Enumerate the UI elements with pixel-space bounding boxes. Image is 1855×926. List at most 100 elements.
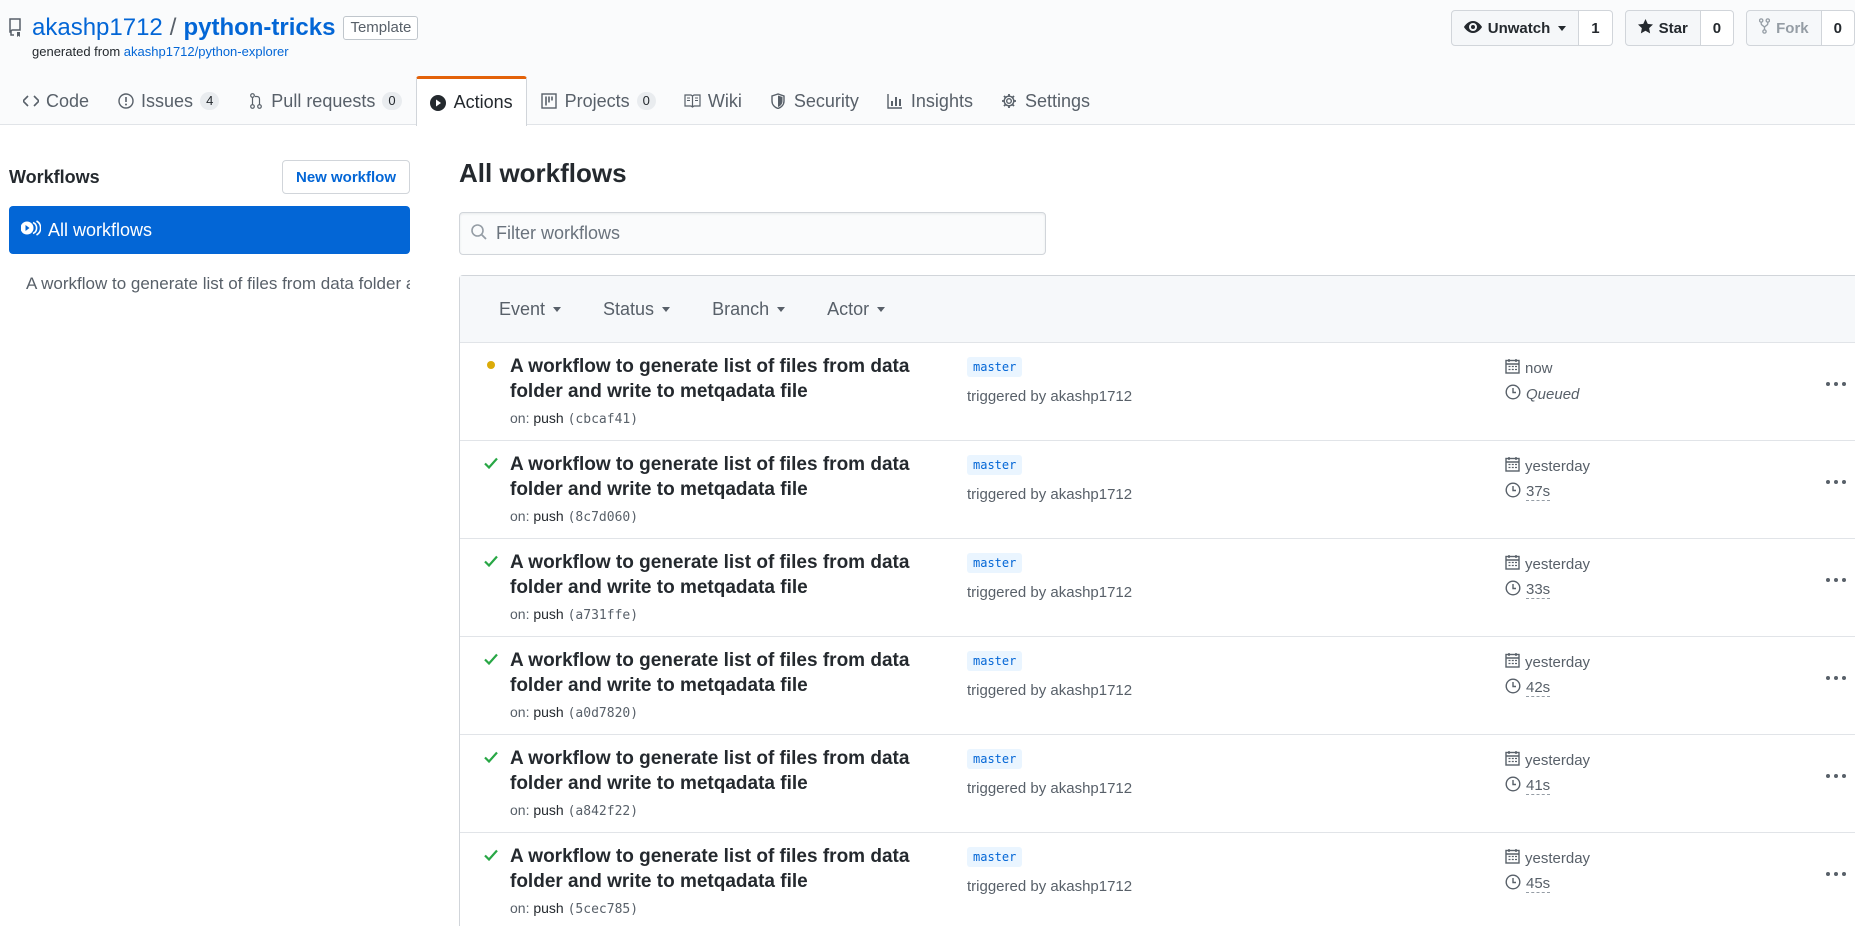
branch-filter-label: Branch [712, 298, 770, 319]
run-on-label: on: [510, 410, 530, 426]
unwatch-label: Unwatch [1487, 19, 1551, 37]
tab-security[interactable]: Security [756, 76, 873, 125]
watch-count[interactable]: 1 [1579, 10, 1613, 46]
run-title-link[interactable]: A workflow to generate list of files fro… [510, 452, 940, 502]
workflow-run-row[interactable]: A workflow to generate list of files fro… [460, 343, 1855, 441]
filter-workflows-input[interactable]: Filter workflows [459, 212, 1046, 255]
star-button[interactable]: Star [1624, 10, 1701, 46]
kebab-horizontal-icon[interactable] [1826, 575, 1846, 585]
kebab-horizontal-icon[interactable] [1826, 379, 1846, 389]
tab-issues[interactable]: Issues 4 [103, 76, 233, 125]
clock-icon [1505, 482, 1521, 502]
generated-from-link[interactable]: akashp1712/python-explorer [124, 44, 289, 59]
branch-label[interactable]: master [967, 651, 1023, 671]
actor-filter[interactable]: Actor [827, 298, 886, 320]
run-commit-sha[interactable]: (a731ffe) [568, 608, 638, 623]
run-duration: 37s [1505, 482, 1551, 502]
play-icon [430, 94, 447, 111]
kebab-horizontal-icon[interactable] [1826, 477, 1846, 487]
actor-filter-label: Actor [827, 298, 870, 319]
unwatch-button[interactable]: Unwatch [1450, 10, 1580, 46]
workflow-run-row[interactable]: A workflow to generate list of files fro… [460, 539, 1855, 637]
chevron-down-icon [553, 306, 562, 312]
calendar-icon [1505, 750, 1520, 770]
kebab-horizontal-icon[interactable] [1826, 771, 1846, 781]
tab-projects-label: Projects [564, 90, 630, 111]
branch-label[interactable]: master [967, 749, 1023, 769]
tab-actions[interactable]: Actions [415, 76, 527, 126]
star-count[interactable]: 0 [1700, 10, 1735, 46]
run-commit-sha[interactable]: (8c7d060) [568, 510, 638, 525]
run-event: push [533, 900, 564, 916]
repo-owner-link[interactable]: akashp1712 [32, 12, 163, 44]
run-on-label: on: [510, 508, 530, 524]
filter-placeholder: Filter workflows [496, 223, 621, 243]
branch-label[interactable]: master [967, 847, 1023, 867]
pulls-counter: 0 [382, 92, 402, 110]
branch-label[interactable]: master [967, 357, 1023, 377]
sidebar-item-workflow[interactable]: A workflow to generate list of files fro… [9, 274, 410, 294]
event-filter[interactable]: Event [499, 298, 562, 320]
status-filter[interactable]: Status [603, 298, 671, 320]
branch-label[interactable]: master [967, 553, 1023, 573]
repo-name-link[interactable]: python-tricks [183, 12, 335, 44]
workflow-run-row[interactable]: A workflow to generate list of files fro… [460, 441, 1855, 539]
event-filter-label: Event [499, 298, 546, 319]
tab-insights-label: Insights [910, 90, 973, 111]
run-on-label: on: [510, 704, 530, 720]
run-on-label: on: [510, 606, 530, 622]
tab-pull-requests-label: Pull requests [271, 90, 376, 111]
run-title-link[interactable]: A workflow to generate list of files fro… [510, 844, 940, 894]
fork-count[interactable]: 0 [1821, 10, 1855, 46]
tab-settings-label: Settings [1024, 90, 1091, 111]
calendar-icon [1505, 848, 1520, 868]
workflow-run-row[interactable]: A workflow to generate list of files fro… [460, 833, 1855, 926]
status-filter-label: Status [603, 298, 655, 319]
all-workflows-label: All workflows [48, 219, 153, 240]
branch-label[interactable]: master [967, 455, 1023, 475]
tab-settings[interactable]: Settings [987, 76, 1104, 125]
chevron-down-icon [662, 306, 671, 312]
run-commit-sha[interactable]: (a842f22) [568, 804, 638, 819]
run-event: push [533, 410, 564, 426]
run-title-link[interactable]: A workflow to generate list of files fro… [510, 746, 940, 796]
fork-button[interactable]: Fork [1746, 10, 1822, 46]
search-icon [470, 223, 488, 244]
tab-insights[interactable]: Insights [873, 76, 987, 125]
branch-filter[interactable]: Branch [712, 298, 786, 320]
run-event: push [533, 606, 564, 622]
workflow-run-row[interactable]: A workflow to generate list of files fro… [460, 637, 1855, 735]
run-title-link[interactable]: A workflow to generate list of files fro… [510, 550, 940, 600]
run-when: yesterday [1525, 555, 1591, 573]
workflow-run-row[interactable]: A workflow to generate list of files fro… [460, 735, 1855, 833]
run-commit-sha[interactable]: (cbcaf41) [568, 412, 638, 427]
tab-wiki[interactable]: Wiki [670, 76, 756, 125]
kebab-horizontal-icon[interactable] [1826, 673, 1846, 683]
book-icon [684, 93, 701, 110]
repo-template-icon [8, 17, 26, 39]
tab-pull-requests[interactable]: Pull requests 0 [233, 76, 415, 125]
repo-slash: / [169, 14, 177, 41]
new-workflow-button[interactable]: New workflow [281, 160, 410, 194]
run-commit-sha[interactable]: (a0d7820) [568, 706, 638, 721]
clock-icon [1505, 874, 1521, 894]
sidebar-item-all-workflows[interactable]: All workflows [9, 206, 410, 254]
projects-counter: 0 [636, 92, 656, 110]
run-commit-sha[interactable]: (5cec785) [568, 902, 638, 917]
run-duration-value: 37s [1526, 483, 1551, 501]
issues-counter: 4 [200, 92, 220, 110]
queued-status-icon [483, 357, 499, 373]
check-icon [483, 749, 499, 765]
run-title-link[interactable]: A workflow to generate list of files fro… [510, 354, 940, 404]
code-icon [22, 93, 39, 110]
run-title-link[interactable]: A workflow to generate list of files fro… [510, 648, 940, 698]
kebab-horizontal-icon[interactable] [1826, 869, 1846, 879]
run-duration-value: 45s [1526, 875, 1551, 893]
tab-projects[interactable]: Projects 0 [527, 76, 670, 125]
tab-code[interactable]: Code [8, 76, 103, 125]
run-date: yesterday [1505, 750, 1590, 770]
pagehead-actions: Unwatch 1 Star 0 Fork 0 [1439, 10, 1855, 46]
run-duration: 42s [1505, 678, 1551, 698]
workflow-icon [20, 219, 42, 241]
clock-icon [1505, 678, 1521, 698]
